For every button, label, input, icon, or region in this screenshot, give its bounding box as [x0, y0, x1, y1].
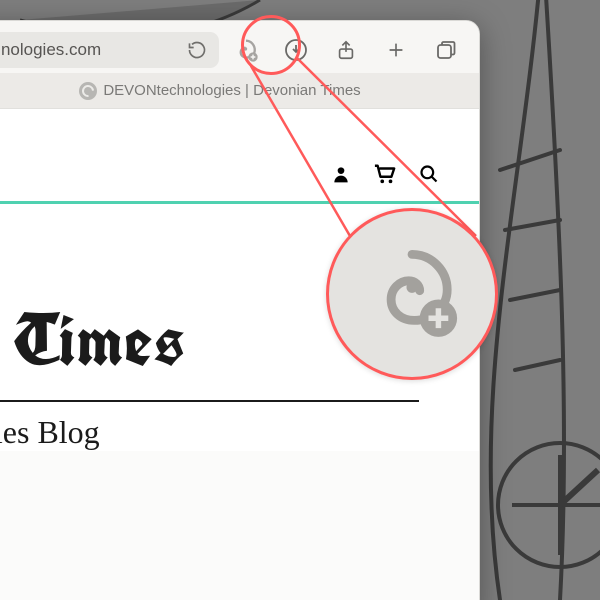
downloads-icon[interactable] — [281, 35, 311, 65]
callout-magnified — [326, 208, 498, 380]
browser-toolbar: chnologies.com — [0, 21, 479, 73]
devonthink-extension-icon[interactable] — [231, 35, 261, 65]
address-bar[interactable]: chnologies.com — [0, 32, 219, 68]
reload-icon[interactable] — [187, 40, 207, 60]
address-text: chnologies.com — [0, 40, 101, 60]
search-icon[interactable] — [419, 164, 439, 184]
cart-icon[interactable] — [373, 163, 397, 185]
new-tab-icon[interactable] — [381, 35, 411, 65]
tab-strip: DEVONtechnologies | Devonian Times — [0, 73, 479, 109]
tab-overview-icon[interactable] — [431, 35, 461, 65]
tab-favicon-icon — [79, 82, 97, 100]
user-icon[interactable] — [331, 164, 351, 184]
tab-title[interactable]: DEVONtechnologies | Devonian Times — [103, 82, 360, 99]
share-icon[interactable] — [331, 35, 361, 65]
page-title: n Times — [0, 294, 186, 388]
page-subtitle: nologies Blog — [0, 400, 419, 451]
